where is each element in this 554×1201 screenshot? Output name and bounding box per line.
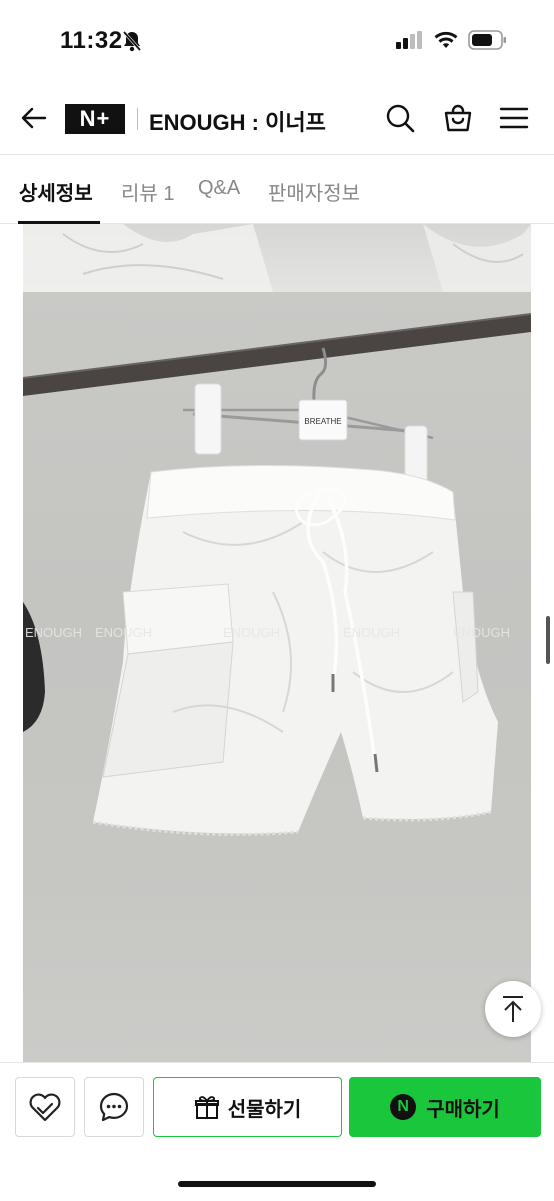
hanger-tag-text: BREATHE (304, 417, 341, 426)
tab-qna[interactable]: Q&A (198, 177, 240, 200)
header-divider (137, 108, 138, 130)
back-arrow-icon[interactable] (18, 102, 50, 134)
watermark-text: ENOUGH (343, 625, 400, 640)
menu-icon[interactable] (498, 102, 530, 134)
watermark-text: ENOUGH (223, 625, 280, 640)
watermark-text: ENOUGH (25, 625, 82, 640)
wifi-icon (434, 31, 458, 48)
product-detail-content: BREATHE ENOUGH ENOUGH ENOUGH ENOUGH ENOU… (0, 224, 554, 1062)
status-bar: 11:32 (0, 0, 554, 80)
scrollbar-thumb[interactable] (546, 616, 550, 664)
bell-muted-icon (122, 31, 142, 52)
search-icon[interactable] (384, 102, 416, 134)
cellular-signal-icon (396, 31, 422, 49)
status-time: 11:32 (60, 27, 123, 54)
watermark-text: ENOUGH (95, 625, 152, 640)
gift-button[interactable]: 선물하기 (153, 1077, 342, 1137)
wishlist-button[interactable] (15, 1077, 75, 1137)
chat-bubble-icon (99, 1092, 129, 1122)
battery-icon (468, 30, 506, 50)
buy-button-label: 구매하기 (426, 1098, 500, 1121)
store-name[interactable]: ENOUGH : 이너프 (149, 105, 326, 137)
shopping-bag-icon[interactable] (442, 102, 474, 134)
app-header: N+ ENOUGH : 이너프 (0, 80, 554, 154)
scroll-to-top-button[interactable] (485, 981, 541, 1037)
chat-button[interactable] (84, 1077, 144, 1137)
tab-detail-info[interactable]: 상세정보 (19, 177, 93, 206)
product-tabs: 상세정보 리뷰 1 Q&A 판매자정보 (0, 154, 554, 224)
tab-reviews[interactable]: 리뷰 1 (121, 177, 174, 206)
gift-icon (194, 1096, 219, 1119)
arrow-up-icon (503, 996, 523, 1022)
home-indicator (178, 1181, 376, 1187)
heart-check-icon (29, 1093, 61, 1122)
naver-pay-badge: N (390, 1094, 417, 1120)
watermark-text: ENOUGH (453, 625, 510, 640)
product-photo-previous (23, 224, 531, 292)
buy-button[interactable]: N 구매하기 (349, 1077, 541, 1137)
tab-seller-info[interactable]: 판매자정보 (268, 177, 360, 206)
gift-button-label: 선물하기 (227, 1098, 302, 1121)
product-photo: BREATHE ENOUGH ENOUGH ENOUGH ENOUGH ENOU… (22, 292, 532, 1062)
naver-plus-logo[interactable]: N+ (65, 104, 125, 134)
